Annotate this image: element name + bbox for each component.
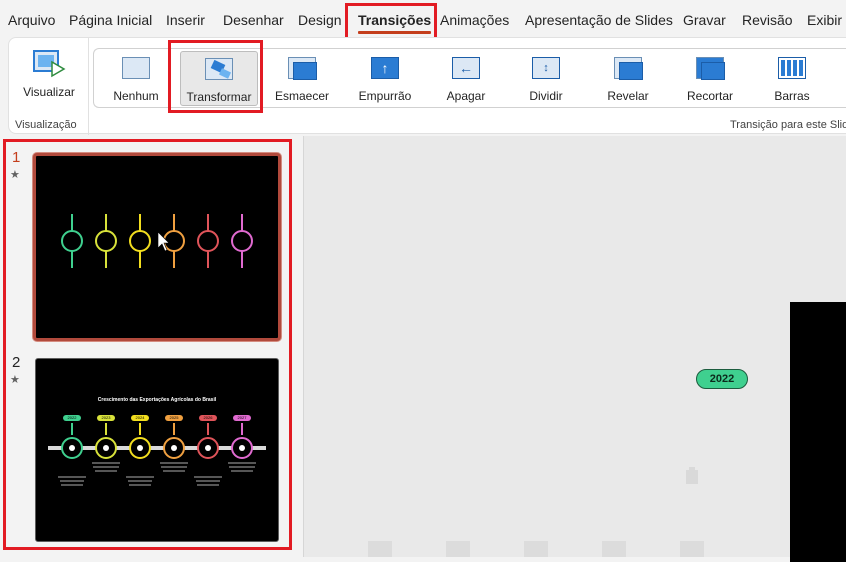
- preview-group-label: Visualização: [15, 119, 77, 131]
- highlight-box-transformar: [168, 40, 263, 113]
- wipe-transition-icon: ←: [452, 57, 480, 79]
- tab-animacoes[interactable]: Animações: [440, 12, 509, 28]
- slide-canvas[interactable]: 2022: [303, 136, 846, 562]
- transition-revelar-label: Revelar: [607, 89, 649, 103]
- preview-button[interactable]: Visualizar: [17, 46, 81, 104]
- transition-recortar-label: Recortar: [686, 89, 733, 103]
- transition-barras-label: Barras: [774, 89, 810, 103]
- preview-group: Visualizar Visualização: [9, 38, 89, 135]
- transition-nenhum-label: Nenhum: [113, 89, 159, 103]
- tab-inserir[interactable]: Inserir: [166, 12, 205, 28]
- fade-transition-icon: [288, 57, 317, 80]
- transition-barras[interactable]: Barras: [754, 49, 830, 107]
- split-transition-icon: ↕: [532, 57, 560, 79]
- push-transition-icon: ↑: [371, 57, 399, 79]
- tab-exibir[interactable]: Exibir: [807, 12, 842, 28]
- tab-revisao[interactable]: Revisão: [742, 12, 793, 28]
- transition-empurrao-label: Empurrão: [358, 89, 412, 103]
- bars-transition-icon: [778, 57, 806, 79]
- tab-desenhar[interactable]: Desenhar: [223, 12, 284, 28]
- none-transition-icon: [122, 57, 150, 79]
- preview-icon: [32, 48, 66, 78]
- canvas-placeholder-block: [680, 541, 704, 557]
- transition-revelar[interactable]: Revelar: [590, 49, 666, 107]
- cut-transition-icon: [696, 57, 725, 80]
- transition-nenhum[interactable]: Nenhum: [98, 49, 174, 107]
- tab-arquivo[interactable]: Arquivo: [8, 12, 55, 28]
- highlight-box-slide-panel: [3, 139, 292, 550]
- reveal-transition-icon: [614, 57, 643, 80]
- transition-esmaecer[interactable]: Esmaecer: [264, 49, 340, 107]
- transition-apagar[interactable]: ← Apagar: [428, 49, 504, 107]
- transitions-group-label: Transição para este Slide: [730, 119, 846, 131]
- tab-gravar[interactable]: Gravar: [683, 12, 726, 28]
- canvas-placeholder-block: [368, 541, 392, 557]
- transition-dividir[interactable]: ↕ Dividir: [508, 49, 584, 107]
- tab-design[interactable]: Design: [298, 12, 342, 28]
- tab-apresentacao-de-slides[interactable]: Apresentação de Slides: [525, 12, 673, 28]
- canvas-placeholder-block: [446, 541, 470, 557]
- canvas-placeholder-block: [524, 541, 548, 557]
- slide-edge: [790, 302, 846, 562]
- transition-esmaecer-label: Esmaecer: [274, 89, 330, 103]
- transition-dividir-label: Dividir: [529, 89, 563, 103]
- canvas-placeholder-block: [602, 541, 626, 557]
- transition-recortar[interactable]: Recortar: [672, 49, 748, 107]
- transition-apagar-label: Apagar: [446, 89, 486, 103]
- transition-empurrao[interactable]: ↑ Empurrão: [346, 49, 424, 107]
- ribbon: Visualizar Visualização Nenhum Transform…: [8, 37, 846, 135]
- year-badge[interactable]: 2022: [696, 369, 748, 389]
- tab-pagina-inicial[interactable]: Página Inicial: [69, 12, 152, 28]
- preview-label: Visualizar: [23, 85, 75, 99]
- faded-icon: [686, 467, 698, 484]
